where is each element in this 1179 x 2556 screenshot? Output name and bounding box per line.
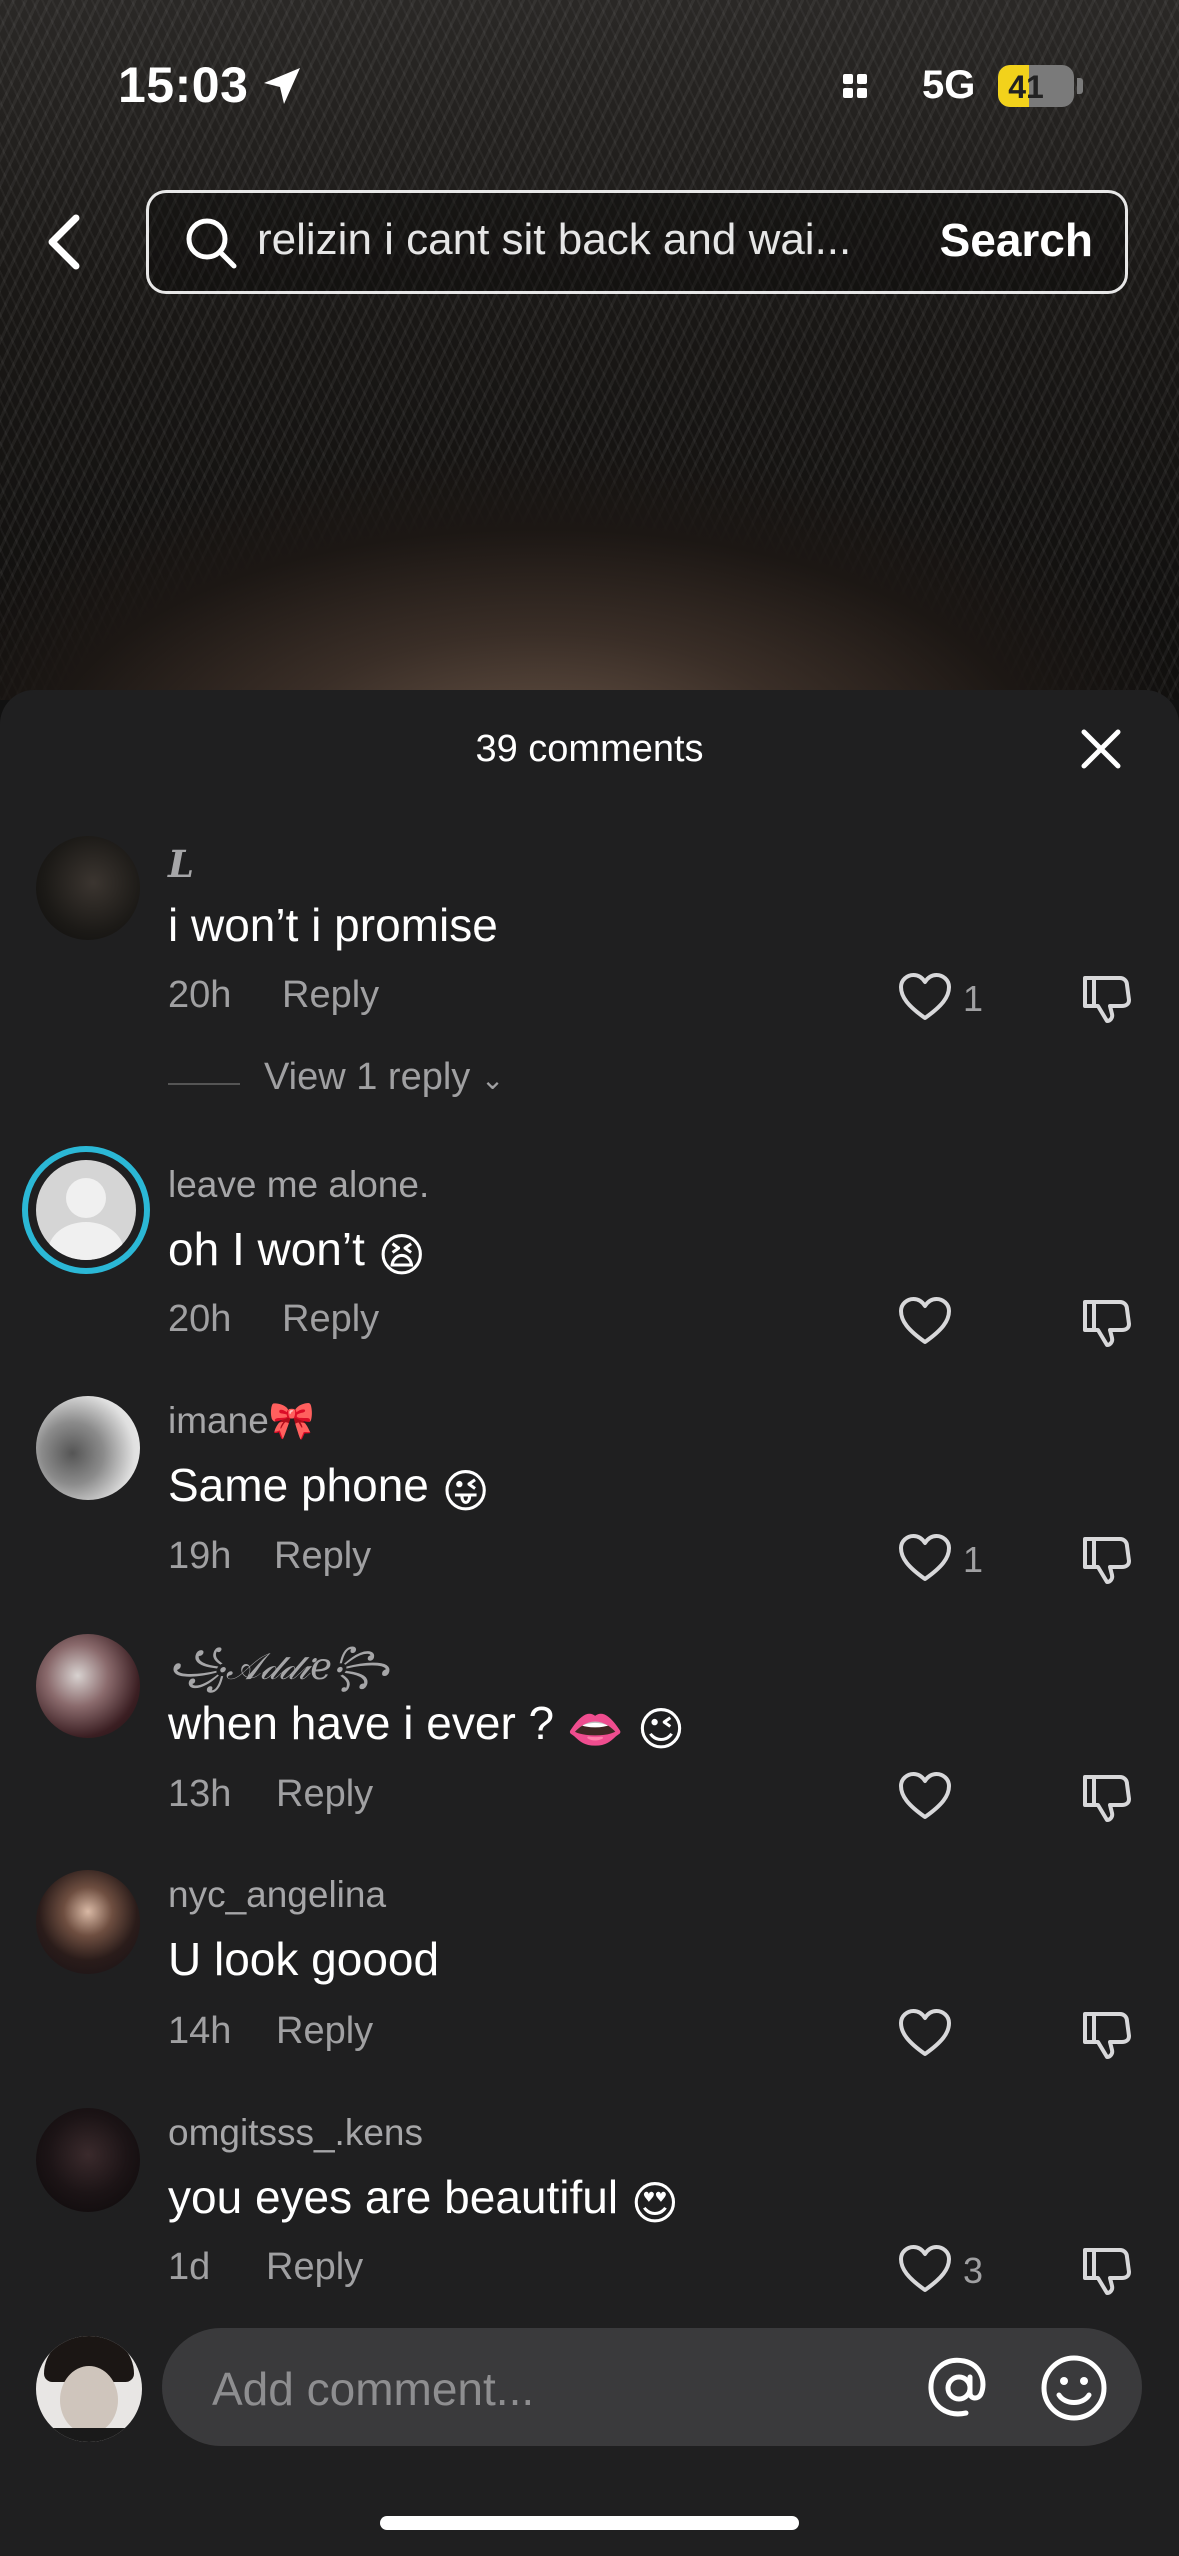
view-replies-label: View 1 reply ⌄ <box>264 1056 505 1098</box>
back-chevron-icon[interactable] <box>40 212 90 272</box>
comment-username[interactable]: imane🎀 <box>168 1400 315 1443</box>
divider-line <box>168 1083 240 1085</box>
reply-button[interactable]: Reply <box>282 974 379 1017</box>
heart-icon[interactable] <box>898 1296 952 1346</box>
reply-button[interactable]: Reply <box>266 2246 363 2289</box>
reply-button[interactable]: Reply <box>274 1535 371 1578</box>
comment-text: Same phone 😜 <box>168 1459 490 1517</box>
heart-icon[interactable] <box>898 2008 952 2058</box>
reply-button[interactable]: Reply <box>282 1298 379 1341</box>
comment-time: 20h <box>168 974 232 1016</box>
emoji-icon[interactable] <box>1039 2353 1109 2423</box>
heart-icon[interactable] <box>898 1771 952 1821</box>
avatar[interactable] <box>36 836 140 940</box>
comment-time: 13h <box>168 1773 232 1815</box>
dislike-icon[interactable] <box>1080 2242 1134 2296</box>
at-icon[interactable] <box>926 2355 992 2421</box>
heart-icon[interactable] <box>898 972 952 1022</box>
comment-placeholder: Add comment... <box>212 2363 535 2415</box>
avatar[interactable] <box>36 2336 142 2442</box>
comments-count-title: 39 comments <box>475 728 704 770</box>
home-indicator <box>380 2516 799 2530</box>
comment-text: when have i ever ? 👄 😉 <box>168 1697 685 1755</box>
comment-text: you eyes are beautiful 😍 <box>168 2171 679 2229</box>
comment-time: 14h <box>168 2010 232 2052</box>
battery-nub <box>1077 78 1083 94</box>
comment-username[interactable]: L <box>168 842 194 886</box>
avatar[interactable] <box>36 2108 140 2212</box>
dislike-icon[interactable] <box>1080 1531 1134 1585</box>
emoji: 😫 <box>377 1229 426 1281</box>
comment-text: oh I won’t 😫 <box>168 1223 426 1281</box>
location-arrow-icon <box>264 68 300 104</box>
emoji: 👄 😉 <box>566 1703 685 1755</box>
dislike-icon[interactable] <box>1080 970 1134 1024</box>
avatar[interactable] <box>36 1396 140 1500</box>
like-count: 1 <box>963 978 984 1019</box>
dislike-icon[interactable] <box>1080 1294 1134 1348</box>
search-query-text[interactable]: relizin i cant sit back and wai... <box>257 215 1057 265</box>
avatar[interactable] <box>36 1870 140 1974</box>
comment-time: 1d <box>168 2246 211 2288</box>
battery-indicator: 41 <box>998 65 1074 107</box>
like-count: 3 <box>963 2250 984 2291</box>
reply-button[interactable]: Reply <box>276 1773 373 1816</box>
comment-text: i won’t i promise <box>168 899 498 951</box>
dislike-icon[interactable] <box>1080 1769 1134 1823</box>
avatar[interactable] <box>36 1160 136 1260</box>
search-bar[interactable]: relizin i cant sit back and wai... Searc… <box>146 190 1128 294</box>
emoji: 😍 <box>630 2177 679 2229</box>
comment-username[interactable]: nyc_angelina <box>168 1874 386 1916</box>
heart-icon[interactable] <box>898 2244 952 2294</box>
chevron-down-icon: ⌄ <box>480 1064 505 1095</box>
comment-time: 19h <box>168 1535 232 1577</box>
add-comment-input[interactable]: Add comment... <box>162 2328 1142 2446</box>
emoji: 😜 <box>441 1465 490 1517</box>
comment-username[interactable]: omgitsss_.kens <box>168 2112 423 2154</box>
close-icon[interactable] <box>1078 726 1124 772</box>
avatar[interactable] <box>36 1634 140 1738</box>
like-count: 1 <box>963 1539 984 1580</box>
status-time: 15:03 <box>118 57 249 113</box>
dislike-icon[interactable] <box>1080 2006 1134 2060</box>
comment-username[interactable]: leave me alone. <box>168 1164 429 1206</box>
search-icon <box>186 218 237 269</box>
reply-button[interactable]: Reply <box>276 2010 373 2053</box>
network-type: 5G <box>922 63 976 107</box>
comment-time: 20h <box>168 1298 232 1340</box>
battery-percent: 41 <box>1008 69 1044 105</box>
heart-icon[interactable] <box>898 1533 952 1583</box>
comment-text: U look goood <box>168 1933 440 1985</box>
search-button[interactable]: Search <box>940 213 1093 267</box>
